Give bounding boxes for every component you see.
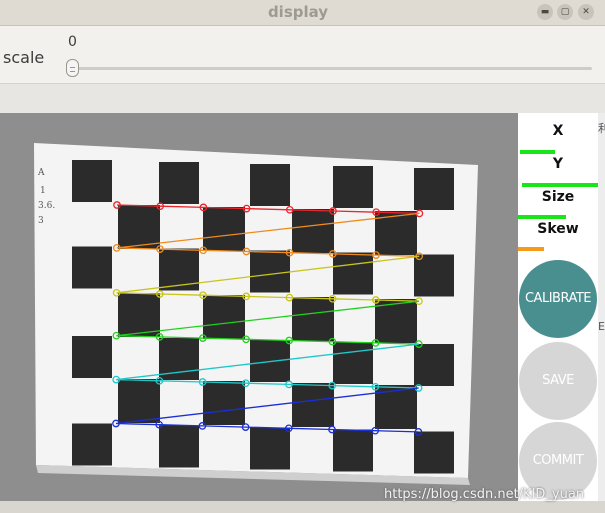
calibration-image: A 1 3.6. 3 [0,113,518,501]
y-label: Y [552,156,564,172]
x-label: X [552,123,564,139]
minimize-icon[interactable]: ▬ [537,4,553,20]
checker-square [333,166,373,208]
checker-square [250,164,290,206]
checker-square [72,423,112,466]
checker-square [333,342,373,384]
scale-slider-thumb[interactable] [66,59,79,77]
skew-progress-bar [518,247,544,251]
checker-square [292,383,334,427]
checker-square [250,250,290,293]
trackbar-panel: scale 0 [0,26,605,84]
calibrate-button[interactable]: CALIBRATE [519,260,597,338]
edge-glyph: E [598,320,605,333]
checker-square [414,254,454,297]
title-bar[interactable]: display ▬ ▢ ✕ [0,0,605,26]
scale-slider-track[interactable] [70,67,592,70]
y-progress-bar [522,183,598,187]
checker-square [72,336,112,378]
checker-square [203,295,245,339]
handwriting-mark: 1 [40,186,46,196]
checker-square [292,209,334,253]
checkerboard-view: A 1 3.6. 3 [0,113,518,501]
close-icon[interactable]: ✕ [578,4,594,20]
save-button[interactable]: SAVE [519,342,597,420]
checker-square [203,381,245,425]
scale-label: scale [3,48,45,67]
scale-value: 0 [68,34,77,50]
checker-square [72,246,112,289]
checker-square [292,297,334,341]
handwriting-mark: 3 [38,216,44,226]
checker-square [414,431,454,474]
panel-edge [598,113,605,501]
maximize-icon[interactable]: ▢ [557,4,573,20]
watermark-text: https://blog.csdn.net/KID_yuan [384,487,585,502]
checker-square [72,160,112,202]
size-progress-bar [518,215,566,219]
checker-square [118,205,160,249]
checker-square [159,425,199,468]
window-title: display [267,3,329,21]
skew-label: Skew [537,221,579,237]
checker-square [414,168,454,210]
checker-square [250,427,290,470]
checker-square [118,293,160,337]
checker-square [118,379,160,423]
bottom-strip [0,501,605,513]
x-progress-bar [520,150,555,154]
checker-square [159,162,199,204]
handwriting-mark: A [37,168,45,178]
checker-square [203,207,245,251]
checker-square [333,429,373,472]
calibration-panel: X Y Size Skew CALIBRATE SAVE COMMIT [518,113,598,501]
display-window: display ▬ ▢ ✕ scale 0 A 1 3.6. 3 X Y Siz… [0,0,605,513]
size-label: Size [541,189,575,205]
edge-glyph: 利 [598,122,605,135]
checker-square [333,252,373,295]
checker-square [375,385,417,429]
handwriting-mark: 3.6. [38,201,55,211]
checker-square [414,344,454,386]
